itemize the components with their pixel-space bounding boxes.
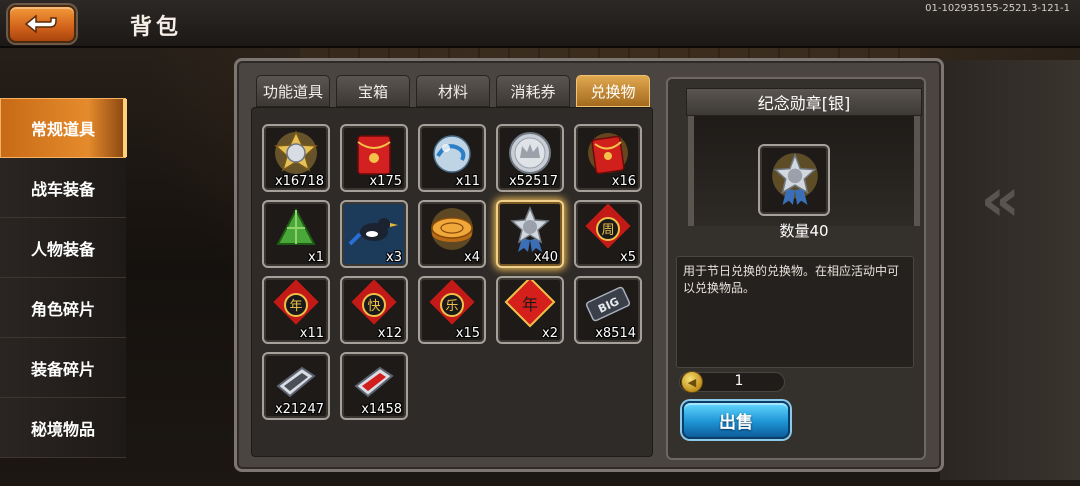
- sidebar-item-secret-realm-items[interactable]: 秘境物品: [0, 398, 126, 458]
- silver-star-medal-icon: [274, 130, 318, 174]
- item-slot[interactable]: x16: [574, 124, 642, 192]
- item-quantity: x16: [611, 174, 636, 189]
- item-quantity: x52517: [508, 174, 558, 189]
- sidebar-item-label: 秘境物品: [30, 419, 95, 439]
- item-slot[interactable]: BIG x8514: [574, 276, 642, 344]
- sidebar: 常规道具 战车装备 人物装备 角色碎片 装备碎片 秘境物品: [0, 98, 128, 458]
- item-slot-selected[interactable]: x40: [496, 200, 564, 268]
- sidebar-item-label: 人物装备: [30, 239, 95, 259]
- item-quantity: x40: [533, 250, 558, 265]
- detail-quantity: 数量40: [779, 222, 829, 240]
- item-slot[interactable]: x1458: [340, 352, 408, 420]
- big-chip-icon: BIG: [585, 286, 631, 322]
- zongzi-icon: [276, 207, 316, 245]
- item-slot[interactable]: 周 x5: [574, 200, 642, 268]
- sidebar-item-equipment-fragments[interactable]: 装备碎片: [0, 338, 126, 398]
- tab-consumable-vouchers[interactable]: 消耗券: [496, 75, 570, 107]
- item-quantity: x2: [542, 326, 558, 341]
- sidebar-item-regular-items[interactable]: 常规道具: [0, 98, 127, 158]
- kuai-character-tile-icon: 快: [351, 280, 397, 325]
- back-button[interactable]: [8, 5, 76, 43]
- nian-character-tile-icon: 年: [273, 280, 319, 325]
- stepper-value[interactable]: 1: [704, 373, 774, 389]
- item-quantity: x1: [308, 250, 324, 265]
- sidebar-item-label: 角色碎片: [30, 299, 95, 319]
- item-quantity: x11: [299, 326, 324, 341]
- back-arrow-icon: [24, 14, 57, 34]
- svg-text:快: 快: [367, 299, 380, 314]
- item-quantity: x1458: [361, 402, 402, 417]
- tab-exchange-items[interactable]: 兑换物: [576, 75, 650, 107]
- item-quantity: x12: [377, 326, 402, 341]
- item-slot[interactable]: x175: [340, 124, 408, 192]
- item-slot[interactable]: x3: [340, 200, 408, 268]
- version-label: 01-102935155-2521.3-121-1: [925, 3, 1070, 14]
- sell-button[interactable]: 出售: [682, 401, 790, 439]
- tab-chests[interactable]: 宝箱: [336, 75, 410, 107]
- tab-function-items[interactable]: 功能道具: [256, 75, 330, 107]
- svg-text:年: 年: [522, 295, 538, 314]
- item-grid: x16718 x175 x11 x52517 x16 x1 x3 x4 x40 …: [262, 124, 642, 420]
- sidebar-item-character-equipment[interactable]: 人物装备: [0, 218, 126, 278]
- blue-dragon-orb-icon: [433, 135, 471, 173]
- zhou-character-tile-icon: 周: [585, 204, 631, 249]
- svg-text:年: 年: [289, 299, 302, 314]
- commemorative-medal-silver-icon: [772, 152, 818, 205]
- item-quantity: x15: [455, 326, 480, 341]
- sidebar-item-label: 战车装备: [30, 179, 95, 199]
- item-quantity: x5: [620, 250, 636, 265]
- item-slot[interactable]: x11: [418, 124, 486, 192]
- red-plate-icon: [354, 366, 394, 398]
- item-slot[interactable]: 乐 x15: [418, 276, 486, 344]
- detail-item-slot: [758, 144, 830, 216]
- item-quantity: x175: [369, 174, 402, 189]
- item-quantity: x11: [455, 174, 480, 189]
- item-quantity: x4: [464, 250, 480, 265]
- sidebar-item-label: 常规道具: [30, 120, 95, 139]
- item-slot[interactable]: x21247: [262, 352, 330, 420]
- mooncake-icon: [431, 208, 473, 250]
- item-quantity: x21247: [274, 402, 324, 417]
- nian-red-card-icon: 年: [504, 280, 556, 328]
- silver-plate-icon: [276, 366, 316, 398]
- silver-crown-coin-icon: [509, 132, 551, 174]
- background-chevron-icon: ‹‹: [980, 165, 1021, 235]
- red-lucky-envelope-icon: [588, 133, 628, 175]
- sidebar-item-character-fragments[interactable]: 角色碎片: [0, 278, 126, 338]
- coin-icon: ◀: [681, 371, 703, 393]
- item-slot[interactable]: x16718: [262, 124, 330, 192]
- sidebar-item-tank-equipment[interactable]: 战车装备: [0, 158, 126, 218]
- sidebar-item-label: 装备碎片: [30, 359, 95, 379]
- item-slot[interactable]: 年 x11: [262, 276, 330, 344]
- le-character-tile-icon: 乐: [429, 280, 475, 325]
- magpie-icon: [348, 218, 398, 246]
- item-slot[interactable]: x52517: [496, 124, 564, 192]
- svg-text:乐: 乐: [445, 299, 458, 314]
- item-slot[interactable]: 年 x2: [496, 276, 564, 344]
- item-slot[interactable]: x1: [262, 200, 330, 268]
- item-slot[interactable]: 快 x12: [340, 276, 408, 344]
- tab-materials[interactable]: 材料: [416, 75, 490, 107]
- item-quantity: x3: [386, 250, 402, 265]
- item-quantity: x16718: [274, 174, 324, 189]
- detail-title: 纪念勋章[银]: [686, 88, 922, 116]
- item-quantity: x8514: [595, 326, 636, 341]
- svg-text:周: 周: [601, 223, 614, 238]
- item-slot[interactable]: x4: [418, 200, 486, 268]
- category-tabs: 功能道具 宝箱 材料 消耗券 兑换物: [256, 75, 650, 107]
- red-envelope-icon: [357, 135, 391, 175]
- page-title: 背包: [130, 15, 183, 40]
- detail-description: 用于节日兑换的兑换物。在相应活动中可以兑换物品。: [676, 256, 914, 368]
- commemorative-medal-silver-icon: [510, 206, 550, 252]
- background-wall: [940, 60, 1080, 480]
- top-bar: 背包 01-102935155-2521.3-121-1: [0, 0, 1080, 48]
